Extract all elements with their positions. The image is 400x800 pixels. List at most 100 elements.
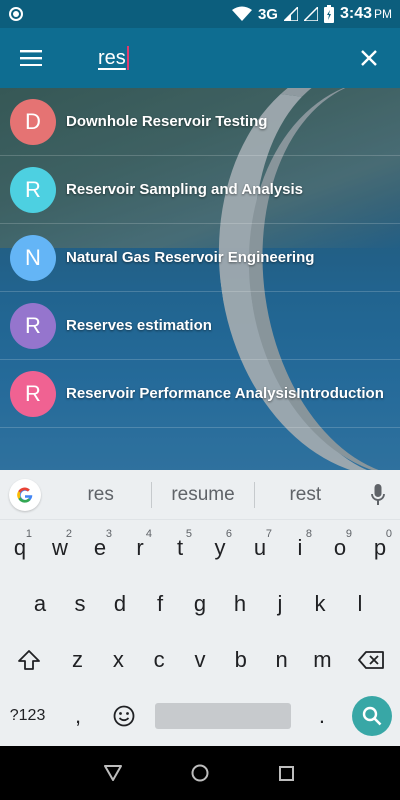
comma-key[interactable]: , <box>55 688 101 744</box>
microphone-icon <box>371 483 385 505</box>
suggestion-1[interactable]: res <box>50 484 151 506</box>
key-d[interactable]: d <box>100 576 140 632</box>
search-wrap <box>98 28 338 88</box>
result-avatar: R <box>10 302 56 349</box>
home-button[interactable] <box>180 753 220 793</box>
back-button[interactable] <box>93 753 133 793</box>
key-l[interactable]: l <box>340 576 380 632</box>
key-c[interactable]: c <box>139 632 180 688</box>
status-time: 3:43 PM <box>340 5 392 23</box>
key-g[interactable]: g <box>180 576 220 632</box>
result-avatar: R <box>10 166 56 213</box>
key-f[interactable]: f <box>140 576 180 632</box>
key-row-2: a s d f g h j k l <box>0 576 400 632</box>
back-triangle-icon <box>104 765 123 781</box>
result-title: Downhole Reservoir Testing <box>66 113 268 130</box>
navigation-bar <box>0 746 400 800</box>
result-title: Reservoir Performance AnalysisIntroducti… <box>66 385 384 402</box>
search-input[interactable] <box>98 46 138 70</box>
result-item[interactable]: R Reserves estimation <box>0 292 400 360</box>
backspace-key[interactable] <box>343 632 400 688</box>
key-p[interactable]: 0p <box>360 520 400 576</box>
search-results: D Downhole Reservoir Testing R Reservoir… <box>0 88 400 428</box>
voice-input-button[interactable] <box>356 470 400 520</box>
time-value: 3:43 <box>339 5 372 22</box>
key-label: o <box>333 535 347 560</box>
key-i[interactable]: 8i <box>280 520 320 576</box>
key-z[interactable]: z <box>57 632 98 688</box>
suggestion-3[interactable]: rest <box>255 484 356 506</box>
recents-square-icon <box>279 765 295 781</box>
key-row-4: ?123 , . <box>0 688 400 744</box>
backspace-icon <box>358 651 385 669</box>
key-label: p <box>373 535 387 560</box>
result-avatar: R <box>10 370 56 417</box>
key-hint: 4 <box>145 528 152 540</box>
key-row-3: z x c v b n m <box>0 632 400 688</box>
google-button[interactable] <box>0 470 50 520</box>
suggestion-2[interactable]: resume <box>152 484 253 506</box>
key-a[interactable]: a <box>20 576 60 632</box>
key-w[interactable]: 2w <box>40 520 80 576</box>
key-q[interactable]: 1q <box>0 520 40 576</box>
key-h[interactable]: h <box>220 576 260 632</box>
key-s[interactable]: s <box>60 576 100 632</box>
key-j[interactable]: j <box>260 576 300 632</box>
search-icon <box>363 706 382 726</box>
key-n[interactable]: n <box>261 632 302 688</box>
close-icon <box>361 50 377 66</box>
key-v[interactable]: v <box>180 632 221 688</box>
key-o[interactable]: 9o <box>320 520 360 576</box>
emoji-key[interactable] <box>101 688 147 744</box>
result-item[interactable]: R Reservoir Sampling and Analysis <box>0 156 400 224</box>
key-label: y <box>214 535 226 560</box>
key-x[interactable]: x <box>98 632 139 688</box>
result-avatar: N <box>10 234 56 281</box>
key-label: r <box>136 535 144 560</box>
app-bar <box>0 28 400 88</box>
symbols-key[interactable]: ?123 <box>0 688 55 744</box>
space-bar[interactable] <box>154 703 291 729</box>
key-hint: 3 <box>105 528 112 540</box>
key-m[interactable]: m <box>302 632 343 688</box>
key-hint: 9 <box>345 528 352 540</box>
search-enter-button <box>352 696 393 736</box>
shift-icon <box>17 650 40 670</box>
signal-icon <box>283 7 298 21</box>
home-circle-icon <box>191 764 209 782</box>
battery-charging-icon <box>323 5 334 23</box>
key-row-1: 1q 2w 3e 4r 5t 6y 7u 8i 9o 0p <box>0 520 400 576</box>
text-cursor <box>127 46 129 70</box>
result-title: Reserves estimation <box>66 317 212 334</box>
result-item[interactable]: D Downhole Reservoir Testing <box>0 88 400 156</box>
close-search-button[interactable] <box>338 28 400 88</box>
shift-key[interactable] <box>0 632 57 688</box>
key-r[interactable]: 4r <box>120 520 160 576</box>
key-t[interactable]: 5t <box>160 520 200 576</box>
signal-empty-icon <box>303 7 318 21</box>
keyboard: res resume rest 1q 2w 3e 4r 5t 6y 7u 8i … <box>0 470 400 746</box>
key-label: u <box>253 535 267 560</box>
result-title: Natural Gas Reservoir Engineering <box>66 249 315 266</box>
result-item[interactable]: R Reservoir Performance AnalysisIntroduc… <box>0 360 400 428</box>
key-hint: 2 <box>65 528 72 540</box>
key-b[interactable]: b <box>220 632 261 688</box>
result-item[interactable]: N Natural Gas Reservoir Engineering <box>0 224 400 292</box>
key-u[interactable]: 7u <box>240 520 280 576</box>
period-key[interactable]: . <box>299 688 345 744</box>
network-label: 3G <box>257 5 278 23</box>
key-label: t <box>176 535 184 560</box>
menu-button[interactable] <box>0 28 62 88</box>
result-title: Reservoir Sampling and Analysis <box>66 181 304 198</box>
key-y[interactable]: 6y <box>200 520 240 576</box>
recents-button[interactable] <box>267 753 307 793</box>
status-right: 3G 3:43 PM <box>231 5 392 23</box>
search-key[interactable] <box>345 688 400 744</box>
key-k[interactable]: k <box>300 576 340 632</box>
hamburger-menu-icon <box>20 50 42 66</box>
key-label: i <box>297 535 303 560</box>
key-hint: 0 <box>385 528 392 540</box>
google-g-icon <box>9 478 41 511</box>
key-e[interactable]: 3e <box>80 520 120 576</box>
suggestion-bar: res resume rest <box>0 470 400 520</box>
